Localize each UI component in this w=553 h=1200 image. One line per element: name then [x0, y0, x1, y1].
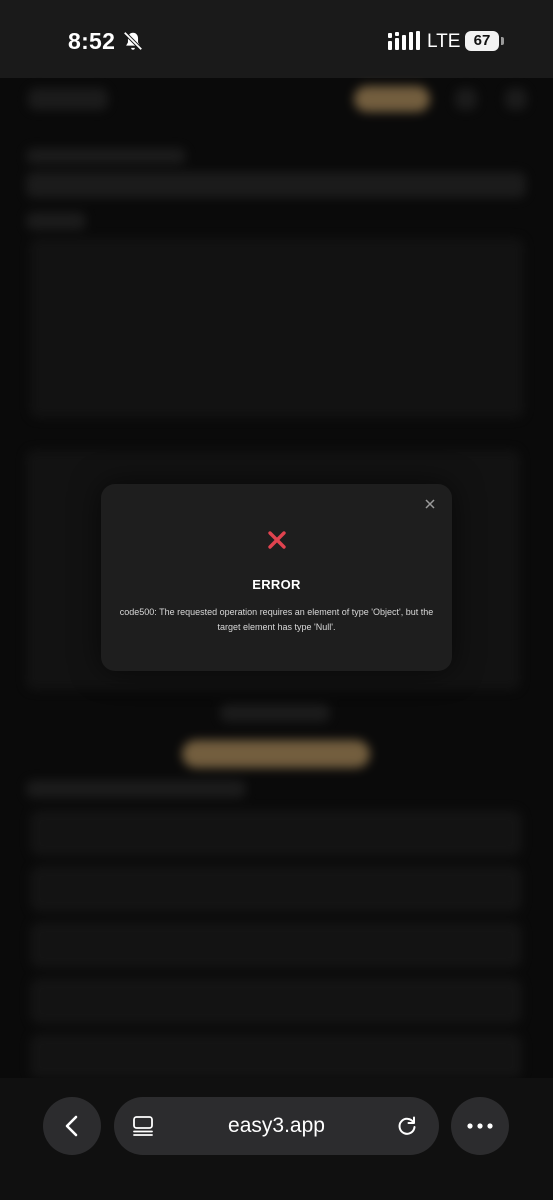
battery-indicator: 67 [465, 31, 499, 51]
browser-toolbar: easy3.app [0, 1078, 553, 1200]
battery-tip [501, 37, 504, 45]
reload-icon[interactable] [395, 1114, 419, 1138]
bell-slash-icon [123, 31, 143, 51]
error-message: code500: The requested operation require… [119, 607, 434, 632]
error-title: ERROR [252, 577, 301, 592]
back-button[interactable] [43, 1097, 101, 1155]
url-text: easy3.app [228, 1114, 325, 1137]
error-x-icon [268, 531, 286, 549]
signal-icon [388, 31, 420, 50]
address-bar[interactable]: easy3.app [114, 1097, 439, 1155]
network-label: LTE [427, 31, 461, 52]
status-bar: 8:52 LTE 67 [0, 0, 553, 78]
error-dialog: ERROR code500: The requested operation r… [101, 484, 452, 671]
status-time: 8:52 [68, 28, 116, 54]
more-options-button[interactable] [451, 1097, 509, 1155]
close-icon[interactable] [422, 496, 438, 512]
ellipsis-icon [467, 1123, 493, 1129]
chevron-left-icon [65, 1115, 78, 1137]
